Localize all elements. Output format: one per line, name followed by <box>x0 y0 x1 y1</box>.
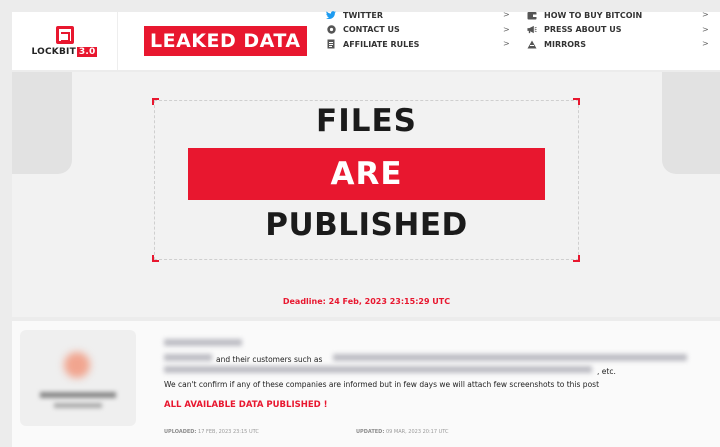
chevron-right-icon: > <box>503 39 510 48</box>
updated-label: UPDATED: <box>356 429 385 435</box>
nav-label: HOW TO BUY BITCOIN <box>544 10 643 20</box>
redacted-text <box>164 354 212 361</box>
lockbit-logo-icon <box>55 25 74 44</box>
nav-label: AFFILIATE RULES <box>343 39 420 49</box>
nav-item-press-about-us[interactable]: PRESS ABOUT US <box>527 23 642 38</box>
leaked-data-button[interactable]: LEAKED DATA <box>144 26 307 56</box>
lockbit-logo[interactable]: LOCKBIT 3.0 <box>12 12 118 70</box>
blurred-logo <box>64 352 90 378</box>
blurred-caption <box>54 403 102 408</box>
post-text-line-1: and their customers such as <box>216 355 323 364</box>
post-text-line-2: , etc. <box>597 367 616 376</box>
post-text-line-3: We can't confirm if any of these compani… <box>164 380 600 389</box>
wallet-icon <box>527 10 537 20</box>
data-published-notice: ALL AVAILABLE DATA PUBLISHED ! <box>164 400 328 410</box>
blurred-caption <box>40 392 116 398</box>
post-thumbnail[interactable] <box>20 330 136 426</box>
hero-title-files: FILES <box>316 103 417 139</box>
nav-label: PRESS ABOUT US <box>544 25 622 35</box>
deadline-text: Deadline: 24 Feb, 2023 23:15:29 UTC <box>282 297 451 306</box>
frame-corner <box>573 98 580 105</box>
nav-label: TWITTER <box>343 10 383 20</box>
document-icon <box>326 39 336 49</box>
nav-item-affiliate-rules[interactable]: AFFILIATE RULES <box>326 37 419 52</box>
nav-item-contact-us[interactable]: CONTACT US <box>326 23 419 38</box>
nav-left: TWITTER CONTACT US AFFILIATE RULES <box>326 8 419 52</box>
hero-title-are: ARE <box>188 148 545 200</box>
nav-item-twitter[interactable]: TWITTER <box>326 8 419 23</box>
logo-name: LOCKBIT <box>31 46 76 57</box>
hero-title-published: PUBLISHED <box>265 207 468 243</box>
redacted-title <box>164 339 242 346</box>
nav-item-mirrors[interactable]: MIRRORS <box>527 37 642 52</box>
twitter-icon <box>326 10 336 20</box>
nav-item-how-to-buy-bitcoin[interactable]: HOW TO BUY BITCOIN <box>527 8 642 23</box>
prev-panel <box>12 72 72 174</box>
redacted-text <box>164 366 592 373</box>
uploaded-label: UPLOADED: <box>164 429 197 435</box>
next-panel <box>662 72 720 174</box>
updated-value: 09 MAR, 2023 20:17 UTC <box>385 429 449 435</box>
megaphone-icon <box>527 25 537 35</box>
updated-date: UPDATED: 09 MAR, 2023 20:17 UTC <box>356 429 449 435</box>
nav-right-chevrons: > > > <box>702 8 709 52</box>
redacted-text <box>333 354 687 361</box>
chevron-right-icon: > <box>503 24 510 34</box>
frame-corner <box>152 255 159 262</box>
nav-label: MIRRORS <box>544 39 586 49</box>
nav-right: HOW TO BUY BITCOIN PRESS ABOUT US MIRROR… <box>527 8 642 52</box>
chevron-right-icon: > <box>702 10 709 19</box>
frame-corner <box>573 255 580 262</box>
logo-version: 3.0 <box>76 46 98 57</box>
onion-icon <box>527 39 537 49</box>
contact-icon <box>326 25 336 35</box>
chevron-right-icon: > <box>503 10 510 19</box>
uploaded-value: 17 FEB, 2023 23:15 UTC <box>198 429 259 435</box>
nav-label: CONTACT US <box>343 25 400 35</box>
uploaded-date: UPLOADED: 17 FEB, 2023 23:15 UTC <box>164 429 259 435</box>
frame-corner <box>152 98 159 105</box>
chevron-right-icon: > <box>702 24 709 34</box>
nav-left-chevrons: > > > <box>503 8 510 52</box>
chevron-right-icon: > <box>702 39 709 48</box>
